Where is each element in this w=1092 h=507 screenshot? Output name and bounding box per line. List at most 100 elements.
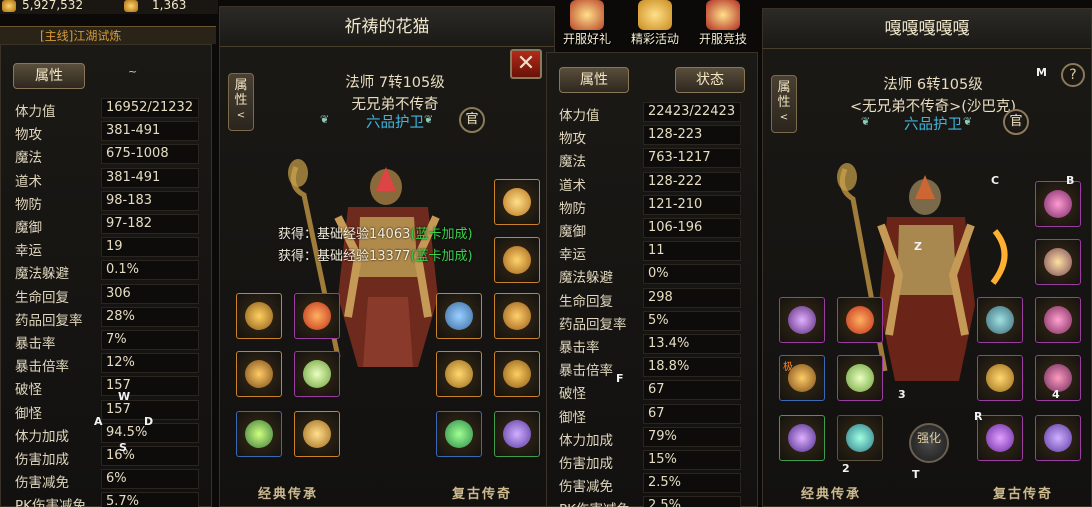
char1-slot-left-6[interactable] (294, 411, 340, 457)
char1-slot-right-4[interactable] (494, 351, 540, 397)
left-stat-row: 魔御 97-182 (15, 213, 205, 236)
char2-slot-left-2[interactable] (837, 297, 883, 343)
left-stat-row: 物攻 381-491 (15, 120, 205, 143)
overlay-letter-s: S (119, 441, 127, 454)
overlay-letter-b: B (1066, 174, 1075, 187)
top-activity-icon[interactable]: 开服竞技 (692, 0, 754, 46)
right-stat-row: 破怪 67 (559, 379, 755, 402)
right-stat-label: 伤害减免 (559, 479, 613, 496)
state-tab[interactable]: 状态 (675, 67, 745, 93)
overlay-letter-m: M (1036, 66, 1047, 79)
left-stat-value: 16952/21232 (101, 98, 199, 118)
char2-slot-mid-3[interactable] (977, 415, 1023, 461)
help-button[interactable]: ? (1061, 63, 1085, 87)
right-stat-label: 魔法 (559, 154, 586, 171)
cape-icon (445, 420, 473, 448)
overlay-letter-c: C (991, 174, 1000, 187)
right-stat-row: 暴击倍率 18.8% (559, 356, 755, 379)
left-stat-value: 675-1008 (101, 144, 199, 165)
char1-slot-mid-1[interactable] (436, 293, 482, 339)
top-activity-icon[interactable]: 精彩活动 (624, 0, 686, 46)
right-stat-label: 破怪 (559, 386, 586, 403)
attr-tab[interactable]: 属性 (559, 67, 629, 93)
right-stat-label: PK伤害减免 (559, 498, 630, 507)
char2-attr-tab[interactable]: 属性 < (771, 75, 797, 133)
char2-class-level: 法师 6转105级 (883, 77, 983, 93)
left-stat-value: 306 (101, 283, 199, 304)
char1-bottom-left-label: 经典传承 (258, 487, 319, 502)
char1-slot-left-3[interactable] (236, 351, 282, 397)
char1-slot-right-2[interactable] (494, 237, 540, 283)
char1-slot-left-4[interactable] (294, 351, 340, 397)
left-attr-tab[interactable]: 属性 (13, 63, 85, 89)
char1-slot-mid-2[interactable] (436, 351, 482, 397)
left-stat-label: 物防 (15, 196, 42, 213)
enhance-button[interactable]: 强化 (909, 423, 949, 463)
char2-slot-right-1[interactable] (1035, 181, 1081, 227)
left-stat-value: 19 (101, 237, 199, 258)
right-stat-row: 魔御 106-196 (559, 217, 755, 240)
char2-slot-mid-1[interactable] (977, 297, 1023, 343)
char2-slot-right-2[interactable] (1035, 239, 1081, 285)
right-stat-value: 2.5% (643, 496, 741, 507)
char1-slot-right-3[interactable] (494, 293, 540, 339)
belt-icon (986, 364, 1014, 392)
rank-wing-right-icon: ❦ (963, 115, 973, 128)
char2-slot-right-3[interactable] (1035, 297, 1081, 343)
ring-icon (503, 360, 531, 388)
right-stat-value: 67 (643, 403, 741, 424)
char2-slot-left-3[interactable]: 极 (779, 355, 825, 401)
left-stat-value: 381-491 (101, 121, 199, 142)
top-activity-icon[interactable]: 开服好礼 (556, 0, 618, 46)
enhance-label: 强化 (916, 431, 941, 445)
right-stat-row: 伤害加成 15% (559, 449, 755, 472)
exp-message-1-value: 14063 (369, 227, 411, 242)
left-stat-label: 道术 (15, 173, 42, 190)
char1-slot-right-1[interactable] (494, 179, 540, 225)
exp-message-2-suffix: (蓝卡加成) (410, 249, 473, 264)
bracelet-icon (503, 302, 531, 330)
char1-attr-tab[interactable]: 属性 < (228, 73, 254, 131)
char1-slot-left-2[interactable] (294, 293, 340, 339)
char1-bottom-right-label: 复古传奇 (452, 487, 513, 502)
quest-tracker[interactable]: [主线]江湖试炼 (0, 26, 216, 44)
close-button[interactable]: ✕ (510, 49, 542, 79)
char1-slot-left-1[interactable] (236, 293, 282, 339)
char2-slot-left-4[interactable] (837, 355, 883, 401)
left-stat-label: 御怪 (15, 405, 42, 422)
left-stat-value: 98-183 (101, 190, 199, 211)
boots-icon (245, 420, 273, 448)
right-stat-row: 御怪 67 (559, 403, 755, 426)
char1-slot-right-5[interactable] (494, 411, 540, 457)
left-stat-row: 伤害加成 16% (15, 445, 205, 468)
activity-chest-icon (570, 0, 604, 30)
char2-slot-left-6[interactable] (837, 415, 883, 461)
right-stat-label: 药品回复率 (559, 316, 627, 333)
left-stat-label: 药品回复率 (15, 312, 83, 329)
char1-slot-mid-3[interactable] (436, 411, 482, 457)
char2-slot-left-5[interactable] (779, 415, 825, 461)
wings-icon (788, 306, 816, 334)
chevron-left-icon: < (779, 112, 789, 123)
necklace-icon (1044, 248, 1072, 276)
char1-slot-left-5[interactable] (236, 411, 282, 457)
character-panel-1: 祈祷的花猫 属性 < 法师 7转105级 无兄弟不传奇 六品护卫 ❦ ❦ 官 ✕… (219, 6, 555, 507)
official-badge[interactable]: 官 (459, 107, 485, 133)
right-stat-row: 魔法 763-1217 (559, 147, 755, 170)
left-stat-label: 伤害加成 (15, 452, 69, 468)
left-stat-row: 魔法 675-1008 (15, 143, 205, 166)
left-stat-row: 物防 98-183 (15, 190, 205, 213)
left-stat-value: 16% (101, 446, 199, 466)
activity-chest-icon (638, 0, 672, 30)
left-stat-value: 381-491 (101, 167, 199, 188)
helmet-icon (1044, 190, 1072, 218)
overlay-letter-f: F (616, 372, 624, 385)
char2-slot-right-5[interactable] (1035, 415, 1081, 461)
char2-slot-left-1[interactable] (779, 297, 825, 343)
official-badge[interactable]: 官 (1003, 109, 1029, 135)
left-stat-row: 御怪 157 (15, 399, 205, 422)
char2-slot-mid-2[interactable] (977, 355, 1023, 401)
left-stat-row: 伤害减免 6% (15, 468, 205, 491)
cape-icon (986, 424, 1014, 452)
right-stat-value: 128-222 (643, 171, 741, 192)
